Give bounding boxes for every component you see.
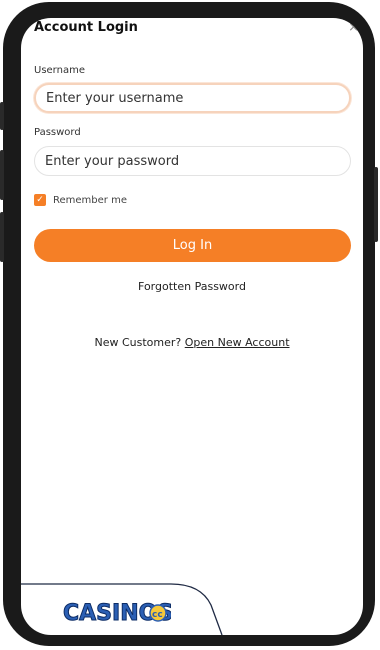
username-label: Username xyxy=(34,65,85,76)
remember-me-label: Remember me xyxy=(53,194,127,206)
phone-frame: Account Login × Username Password ✓ Reme… xyxy=(0,2,378,646)
forgot-password-link[interactable]: Forgotten Password xyxy=(21,280,363,293)
page-title: Account Login xyxy=(34,20,138,35)
check-icon: ✓ xyxy=(36,194,44,205)
casinos-logo: CASINOS cc xyxy=(63,601,172,627)
logo-suffix: cc xyxy=(152,610,163,620)
open-account-link[interactable]: Open New Account xyxy=(185,336,290,349)
new-customer-row: New Customer? Open New Account xyxy=(21,336,363,349)
remember-me-row[interactable]: ✓ Remember me xyxy=(34,194,127,206)
side-button-right xyxy=(374,167,378,242)
login-button[interactable]: Log In xyxy=(34,229,351,262)
remember-me-checkbox[interactable]: ✓ xyxy=(34,194,46,206)
screen: Account Login × Username Password ✓ Reme… xyxy=(21,18,363,635)
close-icon[interactable]: × xyxy=(348,20,359,35)
side-button-left xyxy=(0,150,4,200)
new-customer-label: New Customer? xyxy=(94,336,182,349)
username-field[interactable] xyxy=(34,83,351,113)
side-button-left xyxy=(0,212,4,262)
side-button-left xyxy=(0,102,4,130)
password-field[interactable] xyxy=(34,146,351,176)
password-label: Password xyxy=(34,127,81,138)
